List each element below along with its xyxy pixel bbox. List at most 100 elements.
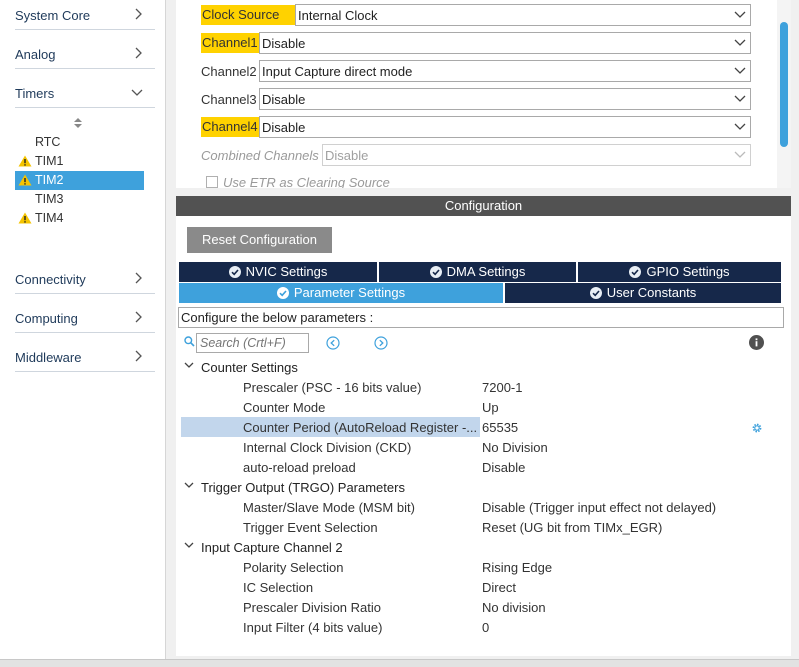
- chevron-down-icon: [184, 362, 194, 368]
- param-name: auto-reload preload: [243, 460, 356, 475]
- etr-checkbox[interactable]: [206, 176, 218, 188]
- gear-icon[interactable]: [751, 422, 763, 434]
- param-row[interactable]: Counter Mode Up: [181, 397, 781, 417]
- chevron-down-icon: [734, 39, 746, 46]
- category-timers[interactable]: Timers: [15, 78, 155, 108]
- category-middleware[interactable]: Middleware: [15, 342, 155, 372]
- tree-item-label: TIM2: [35, 173, 64, 187]
- param-row[interactable]: Trigger Event Selection Reset (UG bit fr…: [181, 517, 781, 537]
- chevron-down-icon: [131, 89, 143, 96]
- group-title: Input Capture Channel 2: [201, 540, 343, 555]
- category-label: Timers: [15, 86, 55, 101]
- bottom-status-strip: [0, 659, 799, 667]
- channel3-label: Channel3: [201, 92, 257, 107]
- param-value: Reset (UG bit from TIMx_EGR): [482, 520, 663, 535]
- combined-channels-select[interactable]: Disable: [322, 144, 751, 166]
- channel3-select[interactable]: Disable: [259, 88, 751, 110]
- tab-dma-settings[interactable]: DMA Settings: [379, 262, 576, 282]
- param-row-selected[interactable]: Counter Period (AutoReload Register -...…: [181, 417, 781, 437]
- category-computing[interactable]: Computing: [15, 303, 155, 333]
- param-value: No Division: [482, 440, 548, 455]
- param-value: 65535: [482, 420, 519, 435]
- select-value: Disable: [262, 92, 306, 107]
- clock-source-label: Clock Source: [201, 5, 295, 25]
- category-system-core[interactable]: System Core: [15, 0, 155, 30]
- param-name: IC Selection: [243, 580, 314, 595]
- param-row[interactable]: Master/Slave Mode (MSM bit) Disable (Tri…: [181, 497, 781, 517]
- category-label: Analog: [15, 47, 56, 62]
- category-connectivity[interactable]: Connectivity: [15, 264, 155, 294]
- channel2-label: Channel2: [201, 64, 257, 79]
- previous-result-icon[interactable]: [326, 336, 340, 350]
- tree-item-label: TIM4: [35, 211, 64, 225]
- chevron-down-icon: [734, 123, 746, 130]
- param-name: Polarity Selection: [243, 560, 344, 575]
- category-sidebar: System Core Analog Timers RTC TIM1 TIM2 …: [0, 0, 166, 667]
- param-row[interactable]: Input Filter (4 bits value) 0: [181, 617, 781, 637]
- check-circle-icon: [629, 266, 642, 278]
- param-name: Prescaler (PSC - 16 bits value): [243, 380, 422, 395]
- scroll-thumb[interactable]: [780, 22, 788, 147]
- category-label: Computing: [15, 311, 78, 326]
- channel2-select[interactable]: Input Capture direct mode: [259, 60, 751, 82]
- chevron-down-icon: [734, 67, 746, 74]
- param-row[interactable]: auto-reload preload Disable: [181, 457, 781, 477]
- param-value: Disable (Trigger input effect not delaye…: [482, 500, 717, 515]
- category-label: Connectivity: [15, 272, 86, 287]
- tab-gpio-settings[interactable]: GPIO Settings: [578, 262, 781, 282]
- tab-user-constants[interactable]: User Constants: [505, 283, 781, 303]
- warning-icon: [18, 174, 32, 186]
- param-row[interactable]: IC Selection Direct: [181, 577, 781, 597]
- chevron-right-icon: [135, 8, 142, 20]
- reset-configuration-button[interactable]: Reset Configuration: [187, 227, 332, 253]
- etr-checkbox-row[interactable]: Use ETR as Clearing Source: [206, 175, 390, 188]
- sort-icon[interactable]: [73, 117, 83, 129]
- info-icon[interactable]: [749, 335, 764, 350]
- tab-nvic-settings[interactable]: NVIC Settings: [179, 262, 377, 282]
- channel4-select[interactable]: Disable: [259, 116, 751, 138]
- warning-icon: [18, 155, 32, 167]
- param-name: Counter Period (AutoReload Register -...: [243, 420, 478, 435]
- param-row[interactable]: Internal Clock Division (CKD) No Divisio…: [181, 437, 781, 457]
- param-value: Disable: [482, 460, 526, 475]
- category-label: System Core: [15, 8, 91, 23]
- tree-item-tim2[interactable]: TIM2: [15, 171, 144, 190]
- tree-item-tim4[interactable]: TIM4: [15, 209, 144, 228]
- tab-label: User Constants: [606, 285, 697, 300]
- chevron-down-icon: [734, 95, 746, 102]
- check-circle-icon: [589, 287, 602, 299]
- param-value: Up: [482, 400, 499, 415]
- tree-item-rtc[interactable]: RTC: [15, 133, 144, 152]
- param-row[interactable]: Prescaler (PSC - 16 bits value) 7200-1: [181, 377, 781, 397]
- chevron-right-icon: [135, 272, 142, 284]
- tab-label: Parameter Settings: [293, 285, 406, 300]
- select-value: Disable: [325, 148, 369, 163]
- search-input[interactable]: [196, 333, 309, 353]
- mode-scrollbar[interactable]: [777, 0, 791, 188]
- channel4-label: Channel4: [201, 117, 259, 137]
- chevron-down-icon: [734, 11, 746, 18]
- clock-source-select[interactable]: Internal Clock: [295, 4, 751, 26]
- check-circle-icon: [429, 266, 442, 278]
- tab-label: DMA Settings: [446, 264, 526, 279]
- next-result-icon[interactable]: [374, 336, 388, 350]
- tab-label: NVIC Settings: [245, 264, 328, 279]
- category-label: Middleware: [15, 350, 82, 365]
- instruction-text: Configure the below parameters :: [178, 307, 784, 328]
- tree-item-tim1[interactable]: TIM1: [15, 152, 144, 171]
- tab-parameter-settings[interactable]: Parameter Settings: [179, 283, 503, 303]
- search-icon: [184, 336, 195, 347]
- category-analog[interactable]: Analog: [15, 39, 155, 69]
- check-circle-icon: [228, 266, 241, 278]
- param-name: Trigger Event Selection: [243, 520, 378, 535]
- tree-item-label: RTC: [35, 135, 61, 149]
- select-value: Disable: [262, 36, 306, 51]
- param-row[interactable]: Prescaler Division Ratio No division: [181, 597, 781, 617]
- chevron-down-icon: [184, 482, 194, 488]
- param-value: Rising Edge: [482, 560, 553, 575]
- tab-label: GPIO Settings: [646, 264, 730, 279]
- param-name: Input Filter (4 bits value): [243, 620, 383, 635]
- channel1-select[interactable]: Disable: [259, 32, 751, 54]
- param-row[interactable]: Polarity Selection Rising Edge: [181, 557, 781, 577]
- tree-item-tim3[interactable]: TIM3: [15, 190, 144, 209]
